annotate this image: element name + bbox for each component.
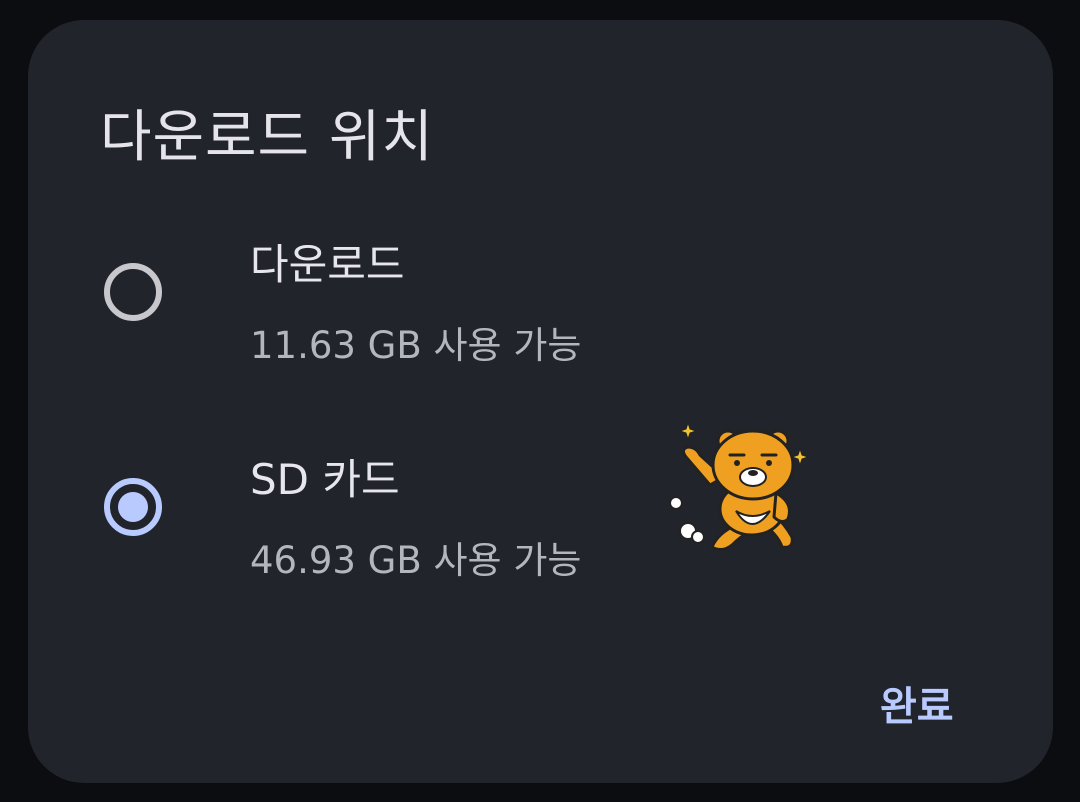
radio-button-downloads[interactable]	[104, 263, 162, 321]
radio-button-sd-card[interactable]	[104, 478, 162, 536]
option-sd-card-label: SD 카드	[250, 455, 400, 504]
option-downloads-available: 11.63 GB 사용 가능	[250, 324, 582, 367]
option-sd-card[interactable]: SD 카드 46.93 GB 사용 가능	[88, 440, 708, 590]
bear-character-sticker-icon	[666, 415, 816, 555]
option-sd-card-available: 46.93 GB 사용 가능	[250, 539, 582, 582]
dialog-title: 다운로드 위치	[100, 105, 434, 170]
done-button[interactable]: 완료	[864, 668, 970, 738]
download-location-dialog: 다운로드 위치 다운로드 11.63 GB 사용 가능 SD 카드 46.93 …	[28, 20, 1053, 783]
option-downloads-label: 다운로드	[250, 240, 405, 289]
radio-selected-dot	[118, 492, 148, 522]
option-downloads[interactable]: 다운로드 11.63 GB 사용 가능	[88, 225, 708, 375]
